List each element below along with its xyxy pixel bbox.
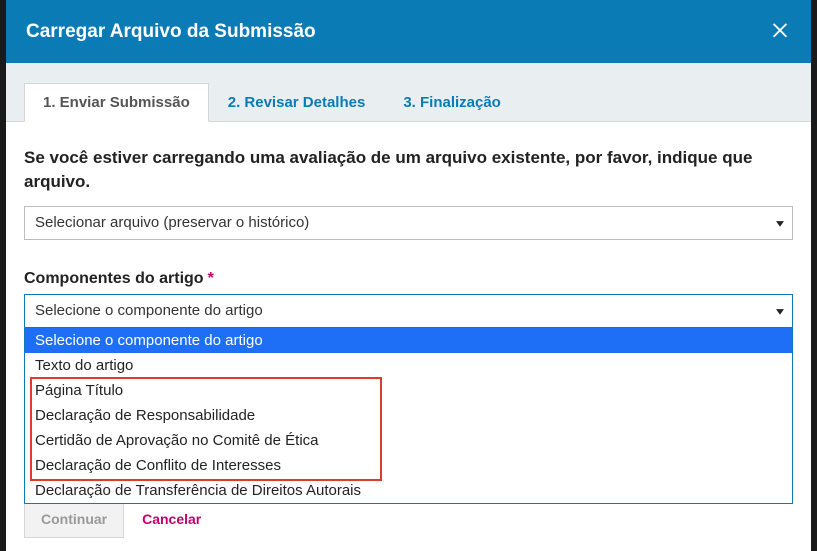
modal-title: Carregar Arquivo da Submissão [26,21,316,43]
dropdown-option[interactable]: Declaração de Conflito de Interesses [25,453,792,478]
dropdown-option[interactable]: Declaração de Responsabilidade [25,403,792,428]
chevron-down-icon [776,302,784,319]
modal-header: Carregar Arquivo da Submissão [6,0,811,63]
component-label: Componentes do artigo [24,270,204,288]
cancel-link[interactable]: Cancelar [142,511,201,527]
required-star: * [208,270,214,288]
wizard-tabs: 1. Enviar Submissão 2. Revisar Detalhes … [6,63,811,122]
instruction-text: Se você estiver carregando uma avaliação… [24,146,793,194]
component-select[interactable]: Selecione o componente do artigo [24,294,793,328]
dropdown-option[interactable]: Certidão de Aprovação no Comitê de Ética [25,428,792,453]
file-history-select[interactable]: Selecionar arquivo (preservar o históric… [24,206,793,240]
action-row: Continuar Cancelar [24,500,793,538]
modal-content: Se você estiver carregando uma avaliação… [6,122,811,551]
component-label-row: Componentes do artigo * [24,270,793,288]
dropdown-option[interactable]: Selecione o componente do artigo [25,328,792,353]
tab-send-submission[interactable]: 1. Enviar Submissão [24,83,209,122]
dropdown-option[interactable]: Texto do artigo [25,353,792,378]
chevron-down-icon [776,214,784,231]
tab-finalization[interactable]: 3. Finalização [384,83,520,121]
component-select-value: Selecione o componente do artigo [35,302,263,319]
file-history-value: Selecionar arquivo (preservar o históric… [35,214,309,231]
dropdown-option[interactable]: Declaração de Transferência de Direitos … [25,478,792,503]
component-select-wrap: Selecione o componente do artigo Selecio… [24,294,793,328]
upload-submission-modal: Carregar Arquivo da Submissão 1. Enviar … [6,0,811,545]
close-icon[interactable] [769,18,791,45]
component-dropdown: Selecione o componente do artigo Texto d… [24,328,793,504]
tab-review-details[interactable]: 2. Revisar Detalhes [209,83,385,121]
continue-button[interactable]: Continuar [24,500,124,538]
dropdown-option[interactable]: Página Título [25,378,792,403]
